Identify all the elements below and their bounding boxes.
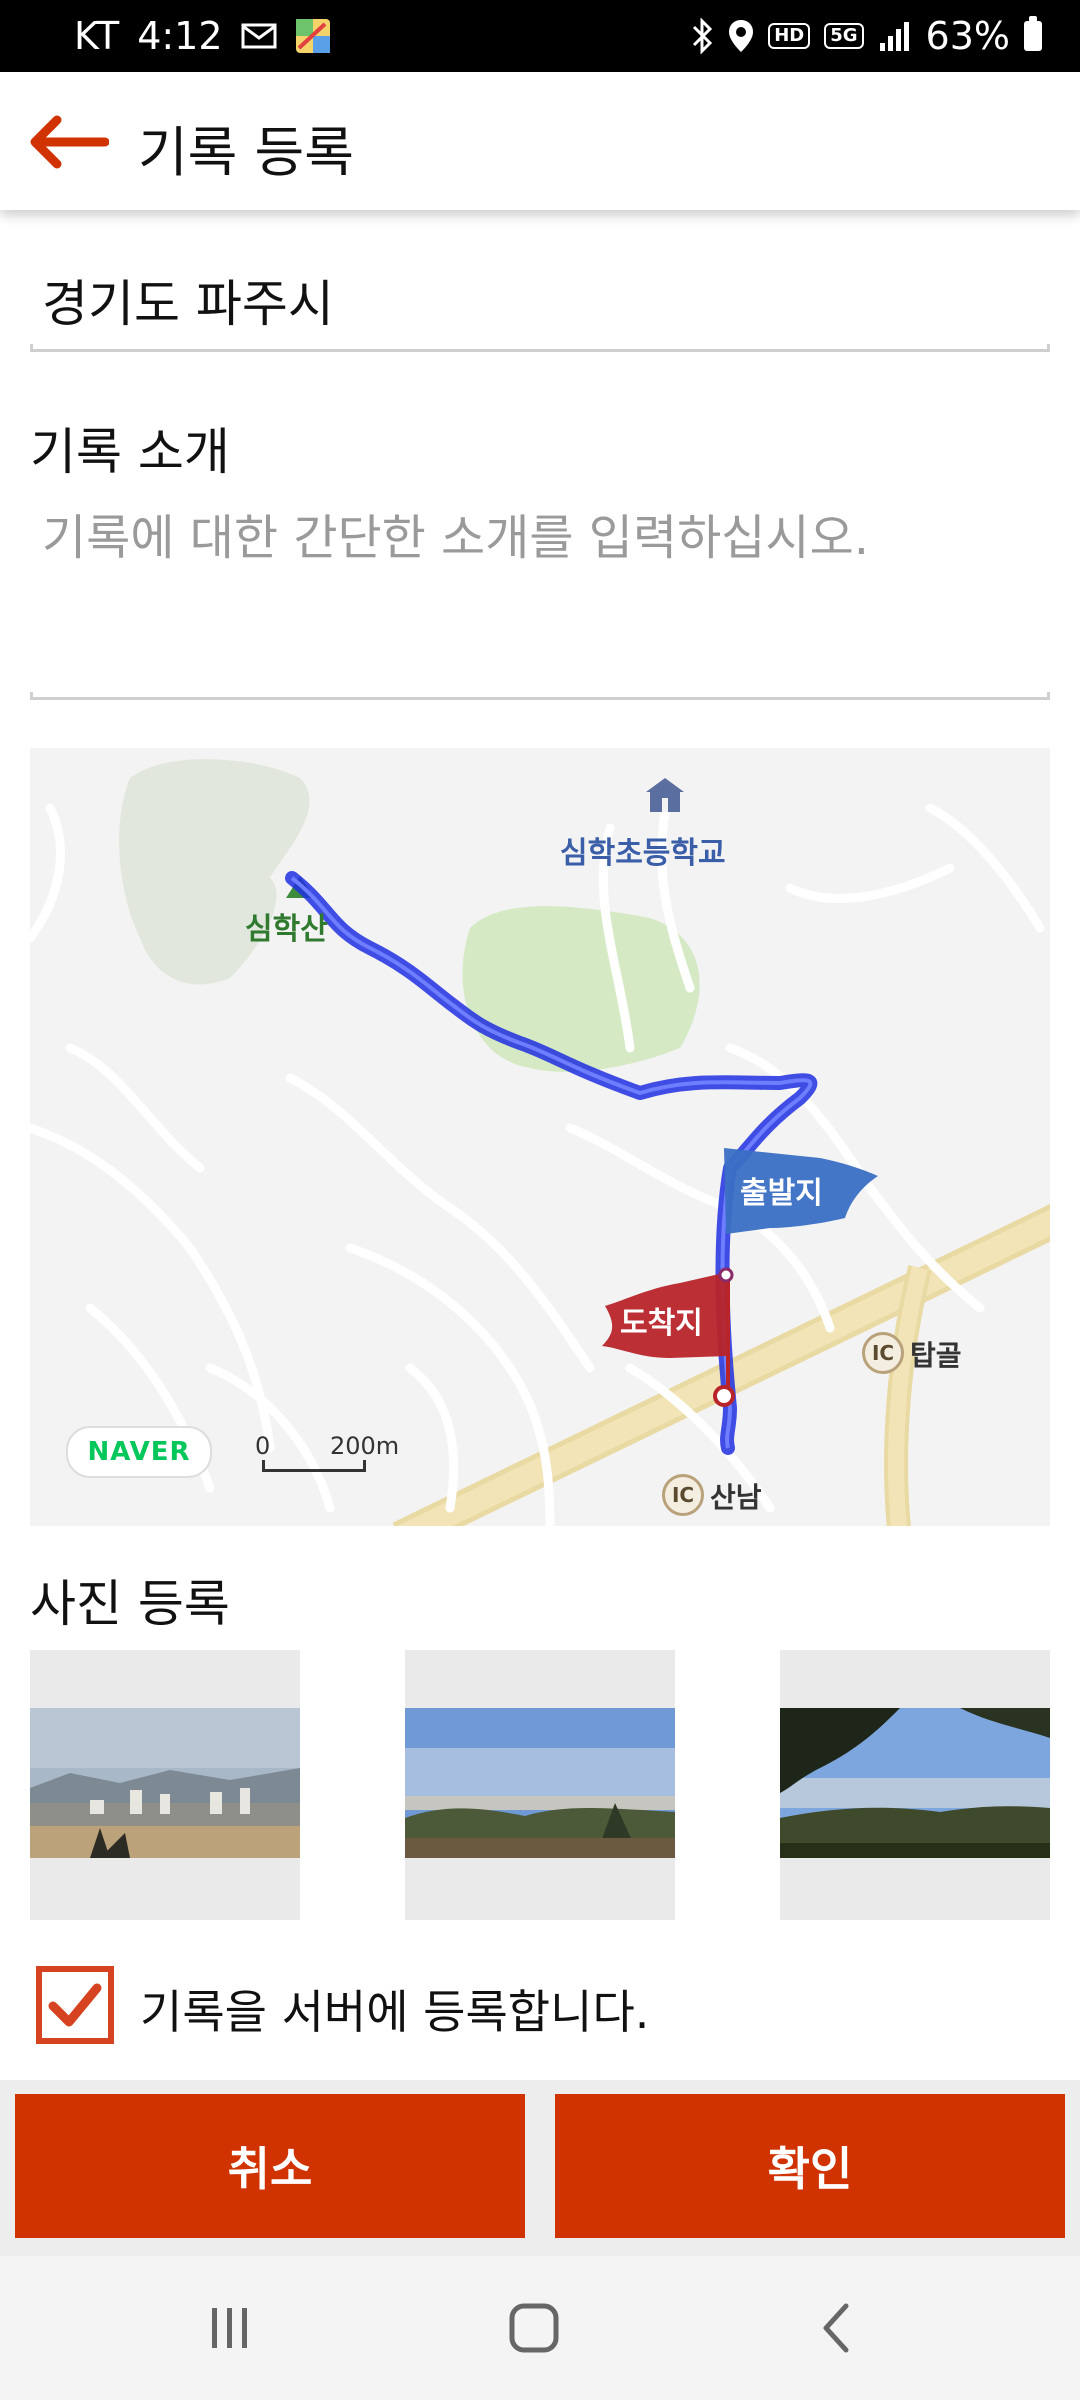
- photo-thumbnail-3[interactable]: [780, 1650, 1050, 1920]
- home-button[interactable]: [494, 2298, 574, 2358]
- intro-label: 기록 소개: [30, 423, 230, 481]
- ic-badge-tapgol: IC: [862, 1332, 904, 1374]
- ic-label-sannam: 산남: [710, 1481, 762, 1514]
- start-flag-label: 출발지: [740, 1176, 823, 1211]
- location-icon: [728, 19, 754, 53]
- register-server-checkbox[interactable]: [36, 1966, 114, 2044]
- recents-icon: [212, 2308, 247, 2348]
- photo-thumbnail-2[interactable]: [405, 1650, 675, 1920]
- mail-icon: [241, 23, 277, 49]
- cancel-button[interactable]: 취소: [15, 2094, 525, 2238]
- scale-bar: [262, 1460, 366, 1472]
- location-field[interactable]: 경기도 파주시: [42, 264, 334, 336]
- school-label: 심학초등학교: [560, 836, 726, 871]
- scale-label: 200m: [330, 1432, 400, 1460]
- location-field-underline: [30, 344, 1050, 352]
- photos-title: 사진 등록: [30, 1575, 230, 1633]
- battery-percent: 63%: [925, 14, 1010, 58]
- 5g-badge: 5G: [824, 23, 864, 49]
- app-notification-icon: [295, 18, 331, 54]
- back-icon: [823, 2303, 849, 2353]
- intro-textarea[interactable]: 기록에 대한 간단한 소개를 입력하십시오.: [42, 498, 869, 568]
- nav-back-button[interactable]: [796, 2298, 876, 2358]
- back-button[interactable]: [22, 112, 112, 172]
- carrier: KT: [74, 14, 120, 58]
- intro-textarea-underline: [30, 692, 1050, 700]
- recents-button[interactable]: [190, 2298, 270, 2358]
- ic-label-tapgol: 탑골: [910, 1339, 962, 1372]
- page-title: 기록 등록: [138, 121, 354, 184]
- end-flag-label: 도착지: [620, 1306, 703, 1341]
- time: 4:12: [137, 14, 223, 58]
- naver-logo[interactable]: NAVER: [66, 1426, 212, 1478]
- app-bar: 기록 등록: [0, 72, 1080, 210]
- scale-zero: 0: [255, 1432, 271, 1460]
- arrow-left-icon: [30, 115, 109, 169]
- school-marker-icon: [646, 778, 684, 812]
- mountain-label: 심학산: [245, 912, 328, 947]
- action-bar: 취소 확인: [0, 2080, 1080, 2256]
- home-icon: [509, 2303, 559, 2353]
- bluetooth-icon: [690, 18, 714, 54]
- route-map[interactable]: 심학초등학교 심학산 출발지 도착지 IC 탑골 IC 산남 NAVER 0 2…: [30, 748, 1050, 1526]
- photo-thumbnail-1[interactable]: [30, 1650, 300, 1920]
- system-nav-bar: [0, 2256, 1080, 2400]
- signal-icon: [878, 21, 912, 51]
- hd-badge: HD: [768, 23, 811, 49]
- ic-badge-sannam: IC: [662, 1474, 704, 1516]
- confirm-button[interactable]: 확인: [555, 2094, 1065, 2238]
- status-bar: KT 4:12 HD 5G 63%: [0, 0, 1080, 72]
- register-server-label[interactable]: 기록을 서버에 등록합니다.: [140, 1976, 649, 2042]
- battery-icon: [1024, 16, 1042, 51]
- checkmark-icon: [48, 1983, 102, 2027]
- end-point-marker: [713, 1385, 735, 1407]
